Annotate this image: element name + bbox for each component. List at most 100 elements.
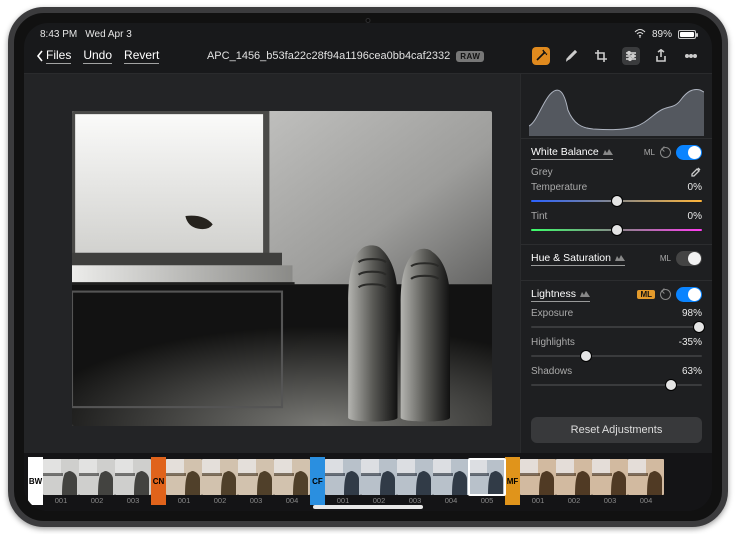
grey-label: Grey [531,167,553,178]
temperature-slider[interactable] [531,195,702,207]
home-indicator[interactable] [313,505,423,509]
filmstrip-thumb[interactable]: 001 [43,459,79,505]
filmstrip-thumb-caption: 001 [55,496,68,505]
shadows-slider[interactable] [531,379,702,391]
document-title-text: APC_1456_b53fa22c28f94a1196cea0bb4caf233… [207,50,450,62]
filmstrip-thumb-caption: 002 [214,496,227,505]
filmstrip-thumb-image [43,459,79,495]
filmstrip-thumb-caption: 003 [127,496,140,505]
filmstrip-thumb[interactable]: 004 [628,459,664,505]
filmstrip-thumb-image [520,459,556,495]
filmstrip-thumb[interactable]: 001 [166,459,202,505]
filmstrip-thumb[interactable]: 001 [520,459,556,505]
filmstrip-group-label[interactable]: CF [310,457,325,505]
hs-ml-badge[interactable]: ML [660,254,671,263]
wb-revert-icon[interactable] [660,147,671,158]
lt-ml-badge[interactable]: ML [637,290,655,299]
filmstrip-thumb[interactable]: 003 [397,459,433,505]
status-date: Wed Apr 3 [85,29,132,40]
filmstrip-group-label[interactable]: BW [28,457,43,505]
filmstrip-thumb-caption: 001 [532,496,545,505]
lt-revert-icon[interactable] [660,289,671,300]
filmstrip-thumb-image [592,459,628,495]
adjustments-button[interactable] [622,47,640,65]
histogram-indicator-icon [615,254,625,261]
filmstrip-thumb[interactable]: 002 [79,459,115,505]
top-toolbar: Files Undo Revert APC_1456_b53fa22c28f94… [24,41,712,74]
filmstrip-thumb[interactable]: 003 [115,459,151,505]
lightness-title[interactable]: Lightness [531,288,590,302]
filmstrip-thumb-caption: 004 [640,496,653,505]
filmstrip-thumb[interactable]: 002 [202,459,238,505]
undo-label: Undo [83,48,112,64]
tint-value: 0% [688,211,702,222]
filmstrip-group-label[interactable]: MF [505,457,520,505]
battery-pct: 89% [652,29,672,40]
revert-label: Revert [124,48,159,64]
shadows-value: 63% [682,366,702,377]
filmstrip-thumb-image [469,459,505,495]
ml-wand-button[interactable] [532,47,550,65]
filmstrip-thumb[interactable]: 001 [325,459,361,505]
exposure-slider[interactable] [531,321,702,333]
document-title: APC_1456_b53fa22c28f94a1196cea0bb4caf233… [207,50,484,62]
crop-button[interactable] [592,47,610,65]
revert-button[interactable]: Revert [124,48,159,64]
filmstrip-thumb-image [202,459,238,495]
raw-badge: RAW [456,51,484,62]
lt-toggle[interactable] [676,287,702,302]
filmstrip-thumb-image [433,459,469,495]
hue-sat-title[interactable]: Hue & Saturation [531,252,625,266]
exposure-value: 98% [682,308,702,319]
highlights-slider[interactable] [531,350,702,362]
filmstrip-thumb-image [361,459,397,495]
filmstrip-thumb-image [556,459,592,495]
ipad-frame: 8:43 PM Wed Apr 3 89% Files Undo [8,7,728,527]
wb-toggle[interactable] [676,145,702,160]
brush-button[interactable] [562,47,580,65]
tint-slider[interactable] [531,224,702,236]
filmstrip-thumb-caption: 002 [373,496,386,505]
white-balance-title-text: White Balance [531,146,599,158]
filmstrip-thumb[interactable]: 002 [556,459,592,505]
wifi-icon [634,28,646,41]
hs-toggle[interactable] [676,251,702,266]
filmstrip-thumb-caption: 002 [91,496,104,505]
more-button[interactable] [682,47,700,65]
histogram-indicator-icon [603,148,613,155]
share-button[interactable] [652,47,670,65]
filmstrip-thumb[interactable]: 003 [238,459,274,505]
undo-button[interactable]: Undo [83,48,112,64]
app-screen: 8:43 PM Wed Apr 3 89% Files Undo [24,23,712,511]
filmstrip[interactable]: BW 001 002 003 CN 001 002 003 004 CF 001 0… [24,453,712,511]
filmstrip-thumb[interactable]: 005 [469,459,505,505]
lightness-title-text: Lightness [531,288,576,300]
canvas-area[interactable] [24,74,520,453]
battery-icon [678,30,696,39]
filmstrip-thumb-caption: 003 [250,496,263,505]
highlights-value: -35% [679,337,702,348]
temperature-label: Temperature [531,182,587,193]
filmstrip-thumb-caption: 004 [445,496,458,505]
back-to-files-button[interactable]: Files [36,48,71,64]
filmstrip-thumb-image [397,459,433,495]
wb-ml-badge[interactable]: ML [644,148,655,157]
filmstrip-thumb-image [325,459,361,495]
front-camera [366,18,371,23]
filmstrip-group-label[interactable]: CN [151,457,166,505]
filmstrip-thumb[interactable]: 004 [274,459,310,505]
shadows-label: Shadows [531,366,572,377]
filmstrip-thumb-caption: 004 [286,496,299,505]
adjustments-panel: White Balance ML Grey [520,74,712,453]
filmstrip-thumb[interactable]: 002 [361,459,397,505]
filmstrip-thumb-image [79,459,115,495]
filmstrip-thumb-image [166,459,202,495]
filmstrip-thumb[interactable]: 003 [592,459,628,505]
white-balance-title[interactable]: White Balance [531,146,613,160]
lightness-section: Lightness ML Exposure 98% [521,280,712,399]
highlights-label: Highlights [531,337,575,348]
filmstrip-thumb[interactable]: 004 [433,459,469,505]
eyedropper-icon[interactable] [690,166,702,178]
filmstrip-thumb-caption: 001 [178,496,191,505]
reset-adjustments-button[interactable]: Reset Adjustments [531,417,702,443]
